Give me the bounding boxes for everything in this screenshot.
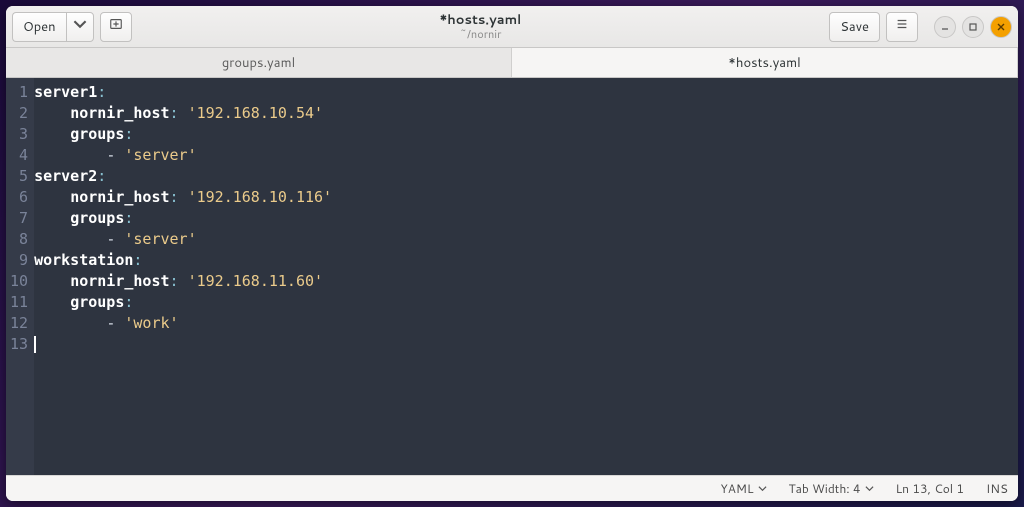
open-recent-dropdown[interactable] — [66, 12, 94, 42]
window-maximize-button[interactable] — [962, 16, 984, 38]
editor-area[interactable]: 12345678910111213 server1: nornir_host: … — [6, 78, 1018, 475]
editor-window: Open *hosts.yaml ~/nornir Save — [6, 6, 1018, 501]
window-minimize-button[interactable] — [934, 16, 956, 38]
tab-label: groups.yaml — [222, 54, 295, 72]
window-close-button[interactable] — [990, 16, 1012, 38]
chevron-down-icon — [758, 480, 767, 497]
status-tab-width[interactable]: Tab Width: 4 — [789, 480, 874, 497]
open-button[interactable]: Open — [12, 12, 66, 42]
open-label: Open — [23, 18, 56, 36]
minimize-icon — [940, 15, 950, 38]
maximize-icon — [968, 15, 978, 38]
status-bar: YAML Tab Width: 4 Ln 13, Col 1 INS — [6, 475, 1018, 501]
hamburger-menu-button[interactable] — [886, 12, 918, 42]
tab-bar: groups.yaml *hosts.yaml — [6, 48, 1018, 78]
status-cursor-position[interactable]: Ln 13, Col 1 — [896, 480, 964, 497]
status-insert-label: INS — [986, 480, 1008, 497]
chevron-down-icon — [73, 17, 87, 36]
window-title: *hosts.yaml ~/nornir — [138, 13, 824, 39]
close-icon — [996, 15, 1006, 38]
status-position-label: Ln 13, Col 1 — [896, 480, 964, 497]
tab-close-button[interactable] — [485, 55, 501, 71]
open-button-group: Open — [12, 12, 94, 42]
new-tab-icon — [109, 17, 123, 36]
titlebar: Open *hosts.yaml ~/nornir Save — [6, 6, 1018, 48]
new-document-button[interactable] — [100, 12, 132, 42]
status-language-label: YAML — [720, 480, 753, 497]
tab-label: *hosts.yaml — [728, 54, 800, 72]
tab-hosts-yaml[interactable]: *hosts.yaml — [512, 48, 1018, 77]
save-label: Save — [840, 18, 869, 36]
tab-close-button[interactable] — [991, 55, 1007, 71]
hamburger-icon — [895, 17, 909, 36]
status-tab-width-label: Tab Width: 4 — [789, 480, 861, 497]
line-number-gutter: 12345678910111213 — [6, 78, 34, 475]
code-content[interactable]: server1: nornir_host: '192.168.10.54' gr… — [34, 78, 332, 475]
status-language[interactable]: YAML — [720, 480, 766, 497]
status-insert-mode[interactable]: INS — [986, 480, 1008, 497]
chevron-down-icon — [865, 480, 874, 497]
save-button[interactable]: Save — [829, 12, 880, 42]
tab-groups-yaml[interactable]: groups.yaml — [6, 48, 512, 77]
title-path: ~/nornir — [138, 28, 824, 40]
